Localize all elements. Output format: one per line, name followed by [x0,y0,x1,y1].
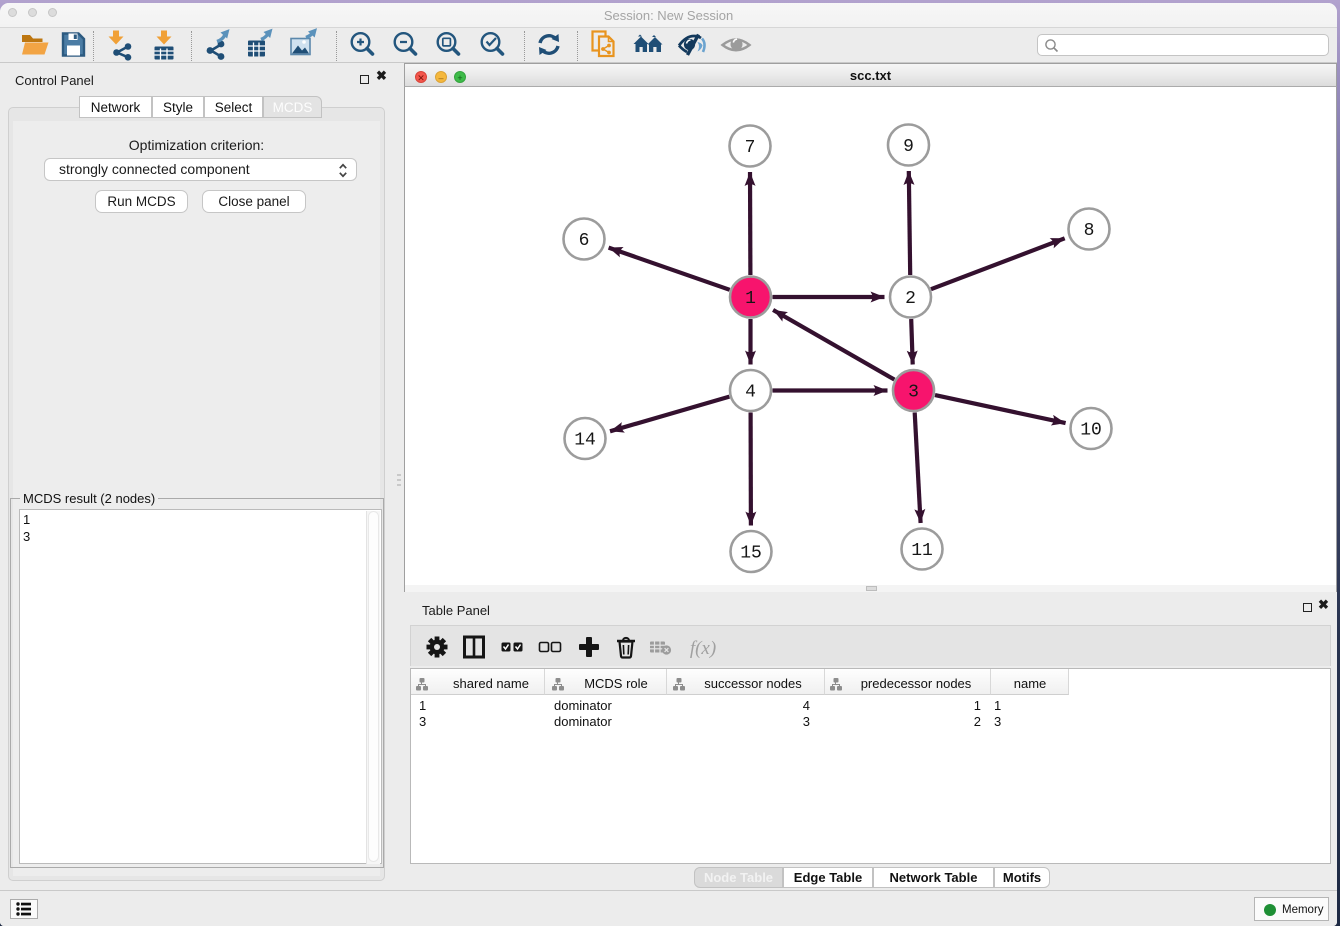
svg-text:f(x): f(x) [690,638,716,659]
svg-text:14: 14 [574,431,596,451]
svg-text:1: 1 [745,289,756,309]
svg-text:6: 6 [579,231,590,251]
svg-text:15: 15 [740,544,762,564]
svg-text:7: 7 [745,138,756,158]
svg-text:11: 11 [911,541,933,561]
svg-text:2: 2 [905,289,916,309]
svg-text:9: 9 [903,137,914,157]
svg-text:10: 10 [1080,421,1102,441]
svg-text:8: 8 [1084,221,1095,241]
svg-text:4: 4 [745,383,756,403]
svg-text:3: 3 [908,383,919,403]
